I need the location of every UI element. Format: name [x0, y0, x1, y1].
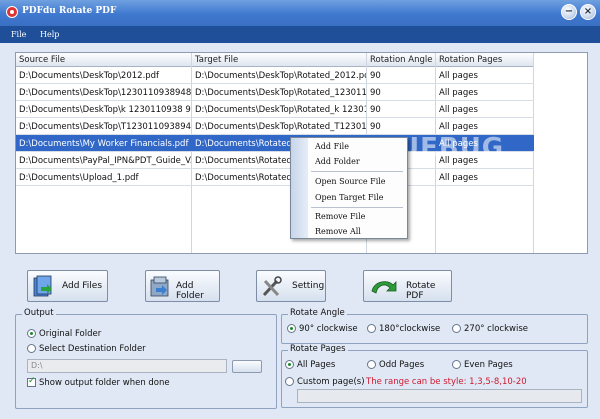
add-files-icon [33, 275, 52, 297]
angle-90-label: 90° clockwise [299, 324, 358, 334]
cell-source: D:\Documents\My Worker Financials.pdf [19, 139, 189, 149]
ctx-open-target[interactable]: Open Target File [315, 193, 383, 202]
title-bar: PDFdu Rotate PDF − × [0, 0, 600, 26]
ctx-remove-file[interactable]: Remove File [315, 212, 365, 221]
cell-source: D:\Documents\DeskTop\2012.pdf [19, 71, 160, 81]
rotate-pdf-label: Rotate PDF [406, 281, 436, 301]
range-hint-text: The range can be style: 1,3,5-8,10-20 [366, 377, 527, 387]
angle-270-label: 270° clockwise [464, 324, 528, 334]
cell-angle: 90 [370, 122, 381, 132]
ctx-separator [311, 207, 403, 208]
odd-pages-label: Odd Pages [379, 360, 425, 370]
cell-target: D:\Documents\DeskTop\Rotated_T12301... [195, 122, 366, 132]
ctx-add-file[interactable]: Add File [315, 142, 349, 151]
cell-source: D:\Documents\DeskTop\k 1230110938 94... [19, 105, 191, 115]
show-output-checkbox[interactable] [27, 376, 36, 387]
original-folder-label: Original Folder [39, 329, 102, 339]
destination-folder-radio[interactable] [27, 344, 36, 353]
watermark-text: UEBUG [398, 133, 505, 163]
add-folder-label: Add Folder [176, 281, 204, 301]
app-icon [6, 6, 18, 18]
destination-folder-label: Select Destination Folder [39, 344, 146, 354]
angle-270-radio[interactable] [452, 324, 461, 333]
cell-source: D:\Documents\DeskTop\1230110938948... [19, 88, 191, 98]
show-output-label: Show output folder when done [39, 378, 170, 388]
ctx-open-source[interactable]: Open Source File [315, 177, 386, 186]
menu-bar: File Help [0, 26, 600, 43]
tools-icon [262, 276, 282, 297]
even-pages-label: Even Pages [464, 360, 513, 370]
rotate-arrow-icon [371, 281, 397, 294]
cell-source: D:\Documents\PayPal_IPN&PDT_Guide_V... [19, 156, 191, 166]
table-row[interactable]: D:\Documents\DeskTop\1230110938948... D:… [16, 84, 534, 101]
cell-pages: All pages [439, 88, 478, 98]
cell-target: D:\Documents\DeskTop\Rotated_2012.pdf [195, 71, 366, 81]
setting-button[interactable]: Setting [256, 270, 326, 302]
browse-button[interactable] [232, 360, 262, 373]
odd-pages-radio[interactable] [367, 360, 376, 369]
ctx-add-folder[interactable]: Add Folder [315, 157, 360, 166]
cell-source: D:\Documents\DeskTop\T1230110938948... [19, 122, 191, 132]
add-folder-icon [150, 276, 169, 297]
context-menu: Add File Add Folder Open Source File Ope… [290, 137, 408, 239]
window-title: PDFdu Rotate PDF [22, 6, 117, 16]
table-row[interactable]: D:\Documents\DeskTop\2012.pdf D:\Documen… [16, 67, 534, 84]
ctx-remove-all[interactable]: Remove All [315, 227, 361, 236]
output-legend: Output [22, 308, 56, 318]
cell-angle: 90 [370, 71, 381, 81]
minimize-button[interactable]: − [561, 4, 577, 20]
cell-pages: All pages [439, 122, 478, 132]
table-row[interactable]: D:\Documents\DeskTop\k 1230110938 94... … [16, 101, 534, 118]
rotate-pages-legend: Rotate Pages [288, 344, 348, 354]
custom-pages-radio[interactable] [285, 377, 294, 386]
context-menu-gutter [291, 138, 308, 238]
cell-angle: 90 [370, 105, 381, 115]
cell-pages: All pages [439, 105, 478, 115]
menu-file[interactable]: File [11, 30, 26, 39]
custom-pages-label: Custom page(s) [297, 377, 365, 387]
original-folder-radio[interactable] [27, 329, 36, 338]
angle-90-radio[interactable] [287, 324, 296, 333]
destination-path-input[interactable]: D:\ [27, 359, 227, 373]
custom-pages-input[interactable] [297, 389, 582, 403]
all-pages-label: All Pages [297, 360, 336, 370]
add-files-button[interactable]: Add Files [27, 270, 108, 302]
rotate-pdf-button[interactable]: Rotate PDF [363, 270, 452, 302]
cell-angle: 90 [370, 88, 381, 98]
all-pages-radio[interactable] [285, 360, 294, 369]
add-files-label: Add Files [62, 281, 103, 291]
cell-source: D:\Documents\Upload_1.pdf [19, 173, 139, 183]
menu-help[interactable]: Help [40, 30, 59, 39]
ctx-separator [311, 171, 403, 172]
close-button[interactable]: × [580, 4, 596, 20]
table-row[interactable]: D:\Documents\Upload_1.pdf D:\Documents\R… [16, 169, 534, 186]
angle-180-radio[interactable] [367, 324, 376, 333]
rotate-angle-legend: Rotate Angle [288, 308, 347, 318]
setting-label: Setting [292, 281, 325, 291]
add-folder-button[interactable]: Add Folder [145, 270, 220, 302]
cell-pages: All pages [439, 173, 478, 183]
cell-pages: All pages [439, 71, 478, 81]
angle-180-label: 180°clockwise [379, 324, 441, 334]
cell-target: D:\Documents\DeskTop\Rotated_123011... [195, 88, 366, 98]
cell-target: D:\Documents\DeskTop\Rotated_k 12301... [195, 105, 366, 115]
even-pages-radio[interactable] [452, 360, 461, 369]
